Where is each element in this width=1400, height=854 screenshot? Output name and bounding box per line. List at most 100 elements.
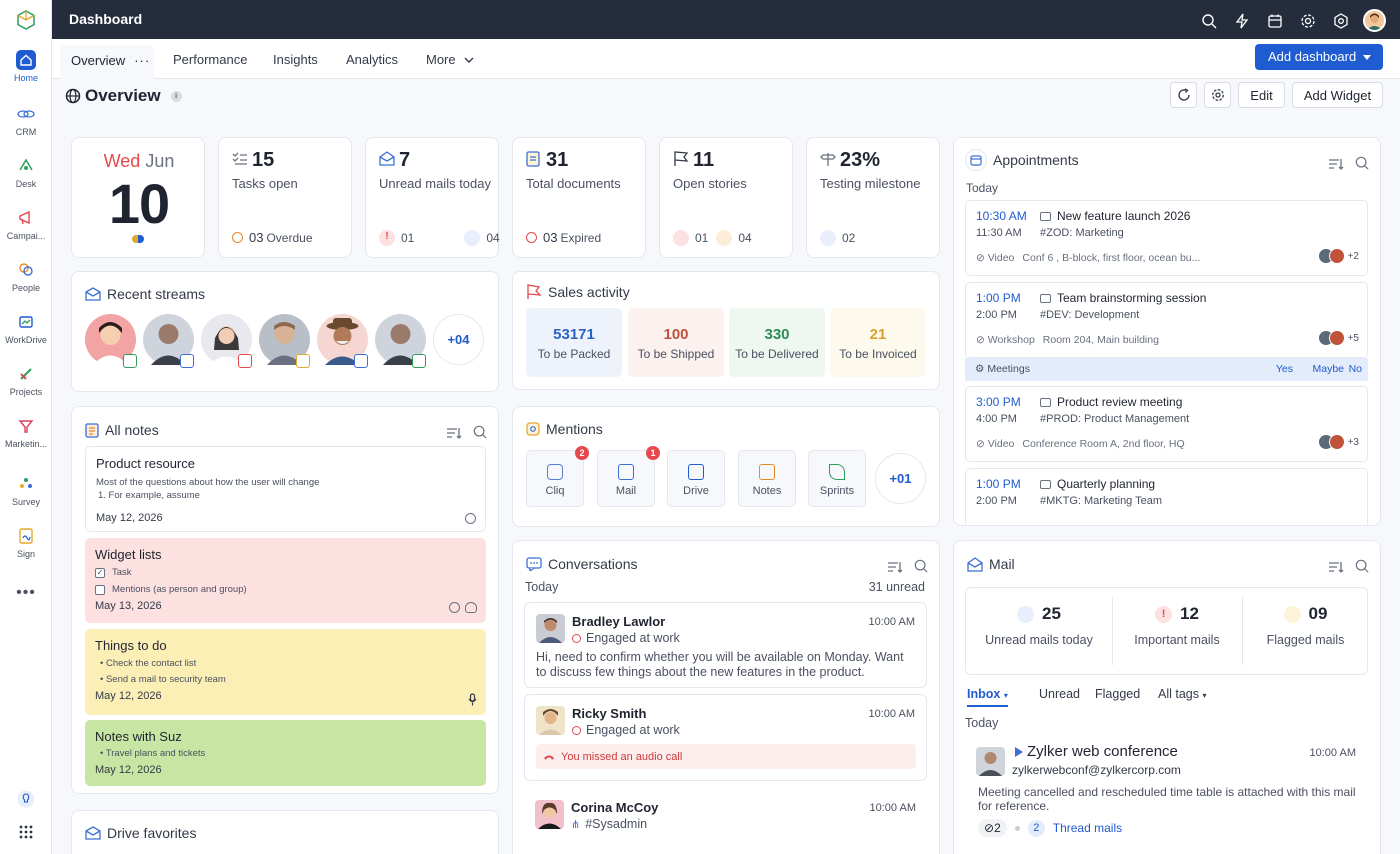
appointment-item[interactable]: 3:00 PM 4:00 PM Product review meeting #… [965, 386, 1368, 462]
sales-shipped[interactable]: 100 To be Shipped [628, 308, 724, 377]
more-streams-button[interactable]: +04 [433, 314, 484, 365]
mention-sprints[interactable]: Sprints [808, 450, 866, 507]
mail-tab-flagged[interactable]: Flagged [1095, 687, 1140, 701]
milestone-count: 02 [842, 231, 856, 245]
attendees[interactable]: +2 [1317, 248, 1359, 264]
rail-item-survey[interactable]: Survey [0, 474, 52, 507]
conversation-item[interactable]: Corina McCoy ⋔ #Sysadmin 10:00 AM [524, 789, 927, 854]
conversation-item[interactable]: Ricky Smith Engaged at work 10:00 AM You… [524, 694, 927, 781]
search-icon[interactable] [1354, 156, 1370, 170]
sales-invoiced[interactable]: 21 To be Invoiced [830, 308, 926, 377]
more-mentions-button[interactable]: +01 [875, 453, 926, 504]
gear-icon [1211, 89, 1224, 101]
thread-count: 2 [1027, 819, 1045, 837]
refresh-button[interactable] [1170, 82, 1197, 108]
rail-item-projects[interactable]: Projects [0, 364, 52, 397]
stat-card-stories[interactable]: 11 Open stories 01 04 [659, 137, 793, 258]
reminder-icon[interactable] [449, 602, 460, 613]
rail-item-crm[interactable]: CRM [0, 104, 52, 137]
tab-options-icon[interactable]: ··· [134, 53, 150, 68]
stat-card-testing[interactable]: 23% Testing milestone 02 [806, 137, 940, 258]
add-widget-button[interactable]: Add Widget [1292, 82, 1383, 108]
user-avatar[interactable] [1363, 9, 1386, 32]
lightning-icon[interactable] [1231, 10, 1252, 31]
settings-button[interactable] [1204, 82, 1231, 108]
rail-item-marketing[interactable]: Marketin... [0, 416, 52, 449]
mention-drive[interactable]: Drive [667, 450, 725, 507]
sort-icon[interactable] [446, 426, 462, 440]
shared-users-icon[interactable] [465, 602, 477, 613]
mention-mail[interactable]: Mail 1 [597, 446, 660, 507]
caret-down-icon[interactable] [1363, 55, 1371, 60]
mail-stat-unread[interactable]: 25 Unread mails today [966, 604, 1112, 647]
tab-more[interactable]: More [426, 52, 474, 67]
stat-card-tasks[interactable]: 15 Tasks open 03 Overdue [218, 137, 352, 258]
rsvp-maybe-button[interactable]: Maybe [1312, 363, 1344, 375]
expired-count: 03 [543, 230, 558, 245]
note-item[interactable]: Things to do • Check the contact list • … [85, 629, 486, 715]
reminder-icon[interactable] [465, 513, 476, 524]
rail-item-sign[interactable]: Sign [0, 526, 52, 559]
mail-tab-unread[interactable]: Unread [1039, 687, 1080, 701]
tab-insights[interactable]: Insights [273, 52, 318, 67]
search-icon[interactable] [1198, 10, 1219, 31]
more-apps-icon[interactable]: ••• [0, 584, 52, 602]
note-item[interactable]: Widget lists ✓ Task Mentions (as person a… [85, 538, 486, 623]
important-icon: ! [1155, 605, 1173, 623]
appointment-item[interactable]: 1:00 PM 2:00 PM Quarterly planning #MKTG… [965, 468, 1368, 525]
search-icon[interactable] [472, 425, 488, 439]
search-icon[interactable] [913, 559, 929, 573]
edit-button[interactable]: Edit [1238, 82, 1285, 108]
calendar-icon[interactable] [1264, 10, 1285, 31]
drive-icon [85, 826, 101, 840]
tab-analytics[interactable]: Analytics [346, 52, 398, 67]
mention-cliq[interactable]: Cliq 2 [526, 446, 589, 507]
tab-overview[interactable]: Overview ··· [60, 45, 154, 79]
sales-delivered[interactable]: 330 To be Delivered [729, 308, 825, 377]
attendees[interactable]: +5 [1317, 330, 1359, 346]
conversation-item[interactable]: Bradley Lawlor Engaged at work 10:00 AM … [524, 602, 927, 688]
mention-notes[interactable]: Notes [738, 450, 796, 507]
sales-packed[interactable]: 53171 To be Packed [526, 308, 622, 377]
settings-icon[interactable] [1297, 10, 1318, 31]
info-icon[interactable]: i [170, 90, 182, 102]
note-item[interactable]: Product resource Most of the questions a… [85, 446, 486, 532]
mail-tab-all-tags[interactable]: All tags ▾ [1158, 687, 1207, 701]
rail-item-desk[interactable]: Desk [0, 156, 52, 189]
sort-icon[interactable] [1328, 560, 1344, 574]
sales-label: To be Delivered [735, 347, 819, 361]
checkbox-unchecked[interactable] [95, 585, 105, 595]
attendees[interactable]: +3 [1317, 434, 1359, 450]
lightbulb-icon[interactable] [17, 790, 35, 808]
mail-tab-inbox[interactable]: Inbox ▾ [967, 687, 1008, 707]
appointment-item[interactable]: 10:30 AM 11:30 AM New feature launch 202… [965, 200, 1368, 276]
stat-card-mails[interactable]: 7 Unread mails today ! 01 04 [365, 137, 500, 258]
rail-item-campaigns[interactable]: Campai... [0, 208, 52, 241]
rsvp-yes-button[interactable]: Yes [1276, 363, 1293, 375]
rsvp-no-button[interactable]: No [1349, 363, 1362, 375]
tab-performance[interactable]: Performance [173, 52, 247, 67]
sort-icon[interactable] [1328, 157, 1344, 171]
rail-label: People [11, 283, 41, 293]
app-grid-icon[interactable] [19, 825, 33, 839]
appointment-item[interactable]: 1:00 PM 2:00 PM Team brainstorming sessi… [965, 282, 1368, 358]
admin-gear-icon[interactable] [1330, 10, 1351, 31]
search-icon[interactable] [1354, 559, 1370, 573]
mail-stat-important[interactable]: ! 12 Important mails [1112, 604, 1242, 647]
thread-mails-link[interactable]: Thread mails [1053, 821, 1122, 835]
mail-stat-flagged[interactable]: 09 Flagged mails [1242, 604, 1369, 647]
attachment-chip[interactable]: ⊘2 [978, 819, 1007, 837]
rail-item-workdrive[interactable]: WorkDrive [0, 312, 52, 345]
add-dashboard-button[interactable]: Add dashboard [1255, 44, 1383, 70]
rail-item-people[interactable]: People [0, 260, 52, 293]
stat-card-documents[interactable]: 31 Total documents 03 Expired [512, 137, 646, 258]
note-line: Check the contact list [105, 658, 197, 669]
rail-item-home[interactable]: Home [0, 50, 52, 83]
mention-label: Drive [683, 485, 709, 497]
microphone-icon[interactable] [468, 693, 477, 706]
note-item[interactable]: Notes with Suz • Travel plans and ticket… [85, 720, 486, 786]
mail-item[interactable]: Zylker web conference zylkerwebconf@zylk… [965, 737, 1368, 854]
missed-call-alert[interactable]: You missed an audio call [536, 744, 916, 769]
checkbox-checked[interactable]: ✓ [95, 568, 105, 578]
sort-icon[interactable] [887, 560, 903, 574]
